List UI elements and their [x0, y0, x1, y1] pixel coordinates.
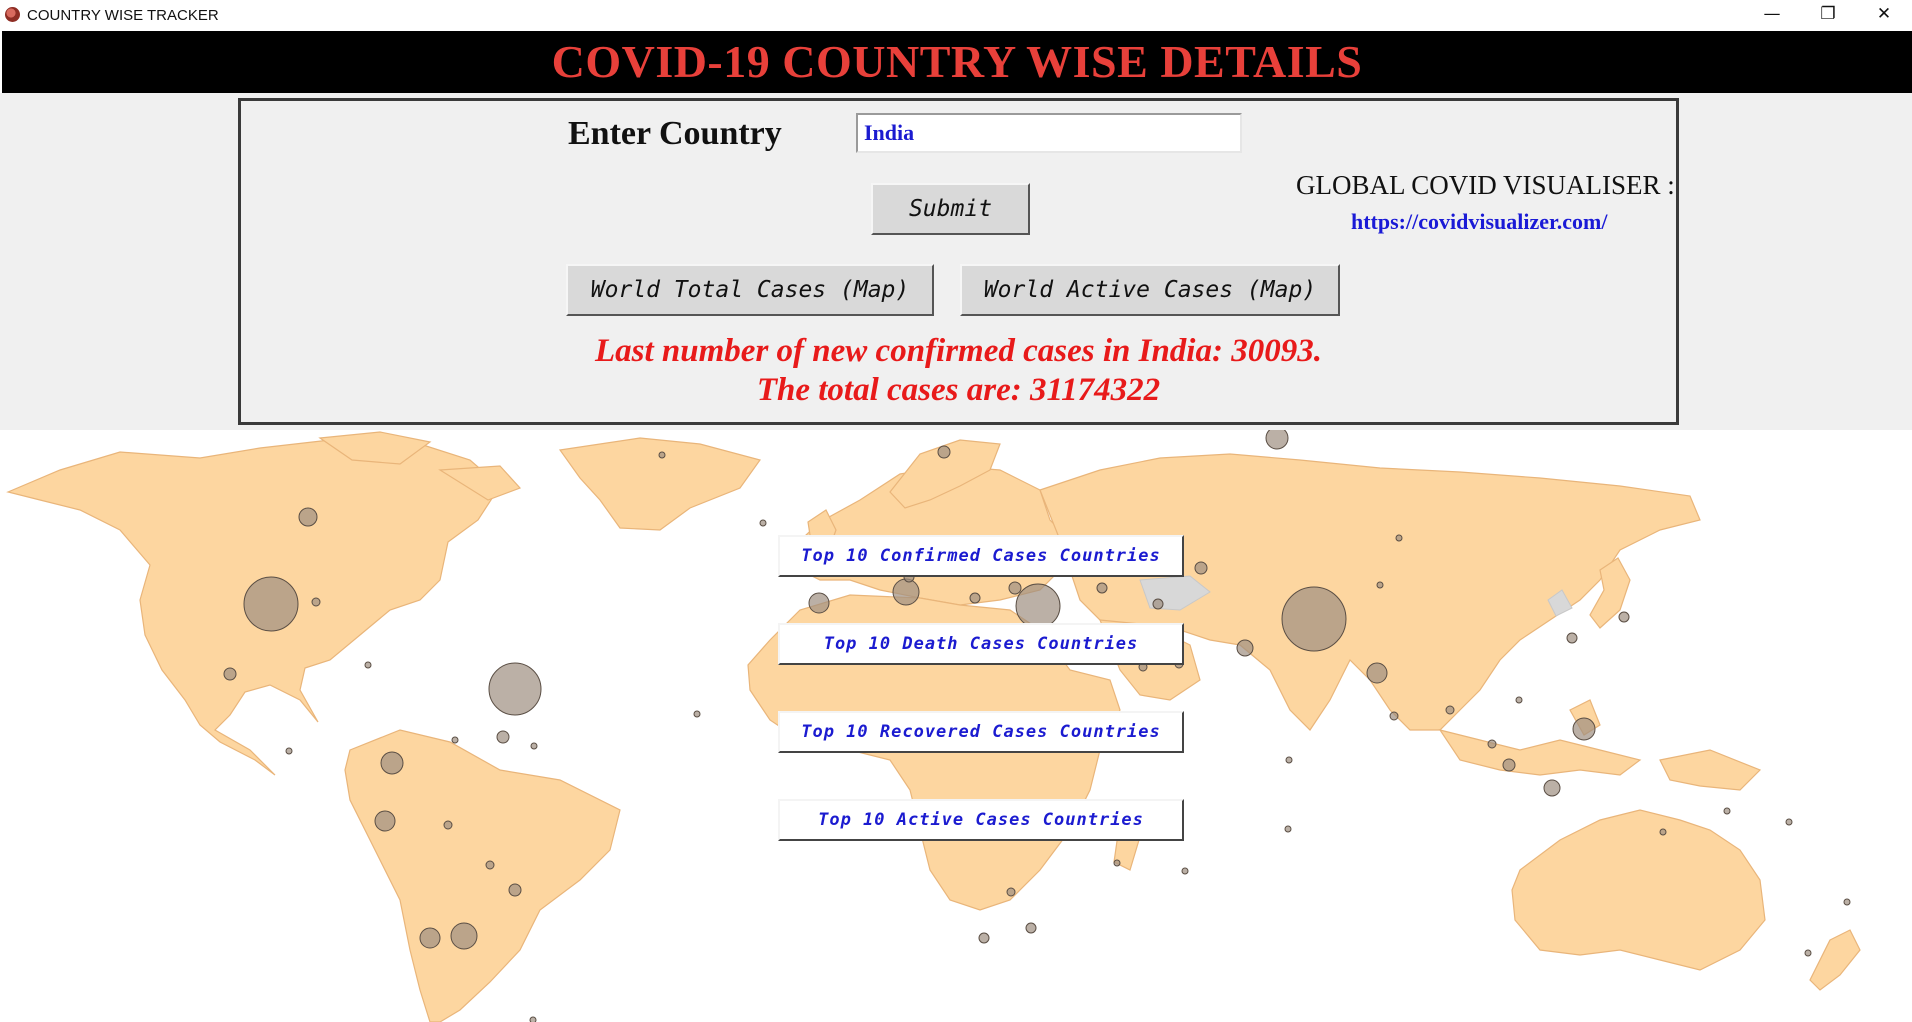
new-cases-result: Last number of new confirmed cases in In…: [595, 333, 1322, 369]
world-map: Top 10 Confirmed Cases Countries Top 10 …: [0, 430, 1912, 1022]
indonesia-shape: [1438, 699, 1642, 776]
world-total-cases-map-button[interactable]: World Total Cases (Map): [566, 264, 934, 316]
top10-active-button[interactable]: Top 10 Active Cases Countries: [778, 799, 1184, 841]
enter-country-label: Enter Country: [568, 115, 782, 152]
total-cases-result: The total cases are: 31174322: [756, 372, 1161, 408]
global-visualiser-label: GLOBAL COVID VISUALISER :: [1296, 170, 1675, 200]
top10-recovered-button[interactable]: Top 10 Recovered Cases Countries: [778, 711, 1184, 753]
maximize-icon[interactable]: ❐: [1800, 0, 1856, 30]
greenland-shape: [558, 437, 761, 531]
covid-virus-icon: [5, 7, 20, 22]
world-active-cases-map-button[interactable]: World Active Cases (Map): [960, 264, 1340, 316]
global-visualiser-link[interactable]: https://covidvisualizer.com/: [1351, 209, 1607, 235]
country-input[interactable]: [856, 113, 1242, 153]
page-title: COVID-19 COUNTRY WISE DETAILS: [551, 36, 1363, 87]
window-titlebar: COUNTRY WISE TRACKER — ❐ ✕: [0, 0, 1912, 30]
close-icon[interactable]: ✕: [1856, 0, 1912, 30]
top10-death-button[interactable]: Top 10 Death Cases Countries: [778, 623, 1184, 665]
top10-confirmed-button[interactable]: Top 10 Confirmed Cases Countries: [778, 535, 1184, 577]
new-guinea-shape: [1659, 749, 1762, 791]
submit-button[interactable]: Submit: [871, 183, 1030, 235]
new-zealand-shape: [1809, 929, 1861, 991]
south-america-shape: [344, 729, 621, 1022]
window-title: COUNTRY WISE TRACKER: [27, 7, 219, 24]
australia-shape: [1511, 809, 1766, 971]
minimize-icon[interactable]: —: [1744, 0, 1800, 30]
header-banner: COVID-19 COUNTRY WISE DETAILS: [2, 31, 1912, 93]
